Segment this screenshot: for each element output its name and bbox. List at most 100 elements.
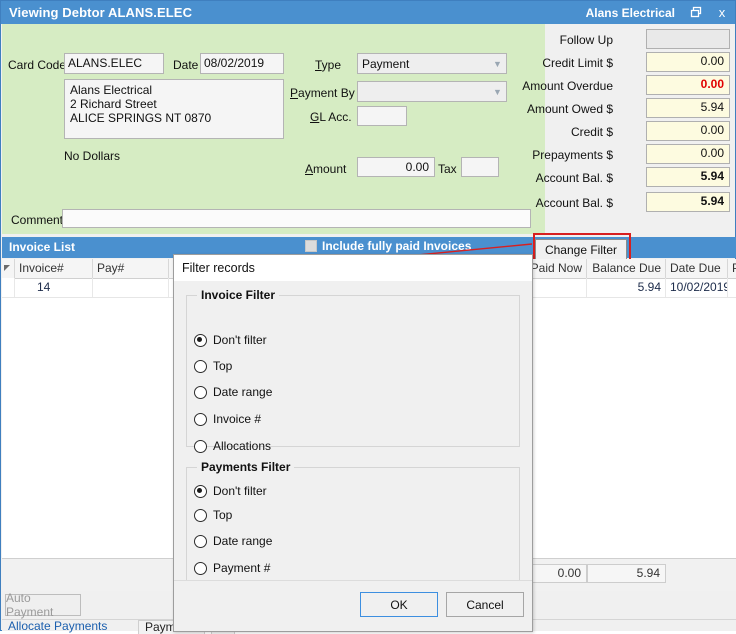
amount-input[interactable]: 0.00: [357, 157, 435, 177]
follow-up-input[interactable]: [646, 29, 730, 49]
radio-invoice-top[interactable]: Top: [194, 359, 232, 373]
radio-payment-top-label: Top: [213, 508, 232, 522]
total-paid-now: 0.00: [526, 564, 587, 583]
window-subtitle: Alans Electrical: [586, 6, 683, 20]
column-header-invoice-no[interactable]: Invoice#: [15, 259, 93, 278]
address-box[interactable]: Alans Electrical 2 Richard Street ALICE …: [64, 79, 284, 139]
dialog-footer: OK Cancel: [174, 580, 532, 631]
payment-by-select[interactable]: ▼: [357, 81, 507, 102]
comment-input[interactable]: [62, 209, 531, 228]
comment-label: Comment: [11, 213, 63, 227]
type-label: Type: [315, 58, 341, 72]
invoice-list-title: Invoice List: [9, 240, 75, 254]
radio-payment-date-range-label: Date range: [213, 534, 272, 548]
include-fully-paid-checkbox[interactable]: Include fully paid Invoices: [305, 239, 471, 253]
radio-invoice-dont-filter[interactable]: Don't filter: [194, 333, 267, 347]
radio-icon: [194, 485, 207, 498]
radio-icon: [194, 334, 207, 347]
radio-invoice-date-range[interactable]: Date range: [194, 385, 272, 399]
chevron-down-icon: ▼: [489, 82, 506, 101]
cell-paid: [728, 278, 736, 297]
date-label: Date: [173, 58, 198, 72]
card-code-input[interactable]: ALANS.ELEC: [64, 53, 164, 74]
dialog-title: Filter records: [174, 255, 532, 281]
cell-date-due: 10/02/2019: [666, 278, 728, 297]
summary-label-follow-up: Follow Up: [560, 33, 613, 47]
gl-acc-label: GL Acc.: [310, 110, 352, 124]
amount-owed-value: 5.94: [646, 98, 730, 118]
cell-pay-no: [93, 278, 169, 297]
auto-payment-button[interactable]: Auto Payment: [5, 594, 81, 616]
tab-allocate-payments[interactable]: Allocate Payments: [2, 620, 113, 634]
radio-icon: [194, 386, 207, 399]
account-balance-value-1: 5.94: [646, 167, 730, 187]
invoice-filter-title: Invoice Filter: [197, 288, 279, 302]
amount-label: Amount: [305, 162, 346, 176]
filter-records-dialog: Filter records Invoice Filter Don't filt…: [173, 254, 533, 632]
credit-value: 0.00: [646, 121, 730, 141]
summary-label-amount-overdue: Amount Overdue: [522, 79, 613, 93]
cell-balance-due: 5.94: [587, 278, 666, 297]
checkbox-icon: [305, 240, 317, 252]
cancel-button[interactable]: Cancel: [446, 592, 524, 617]
column-header-paid[interactable]: Paid: [728, 259, 736, 278]
radio-payment-dont-filter[interactable]: Don't filter: [194, 484, 267, 498]
account-balance-value-2: 5.94: [646, 192, 730, 212]
radio-invoice-number[interactable]: Invoice #: [194, 412, 261, 426]
payments-filter-title: Payments Filter: [197, 460, 294, 474]
grid-sort-indicator[interactable]: [2, 259, 15, 278]
window-titlebar: Viewing Debtor ALANS.ELEC Alans Electric…: [1, 1, 735, 24]
tax-input[interactable]: [461, 157, 499, 177]
row-selector[interactable]: [2, 278, 15, 297]
type-select-value: Payment: [362, 57, 489, 71]
close-icon[interactable]: x: [709, 1, 735, 24]
include-fully-paid-label: Include fully paid Invoices: [322, 239, 471, 253]
payment-by-label: Payment By: [290, 86, 355, 100]
summary-label-account-bal-2: Account Bal. $: [536, 196, 613, 210]
radio-icon: [194, 360, 207, 373]
account-summary-panel: Follow Up Credit Limit $ 0.00 Amount Ove…: [545, 24, 735, 234]
column-header-paid-now[interactable]: Paid Now: [526, 259, 587, 278]
radio-invoice-number-label: Invoice #: [213, 412, 261, 426]
radio-icon: [194, 413, 207, 426]
summary-label-account-bal-1: Account Bal. $: [536, 171, 613, 185]
window-title: Viewing Debtor ALANS.ELEC: [1, 5, 192, 20]
column-header-balance-due[interactable]: Balance Due: [587, 259, 666, 278]
column-header-pay-no[interactable]: Pay#: [93, 259, 169, 278]
column-header-date-due[interactable]: Date Due: [666, 259, 728, 278]
payment-form-panel: Card Code ALANS.ELEC Date 08/02/2019 Ala…: [2, 24, 545, 234]
summary-label-amount-owed: Amount Owed $: [527, 102, 613, 116]
radio-payment-date-range[interactable]: Date range: [194, 534, 272, 548]
type-select[interactable]: Payment ▼: [357, 53, 507, 74]
radio-payment-top[interactable]: Top: [194, 508, 232, 522]
chevron-down-icon: ▼: [489, 54, 506, 73]
radio-payment-number-label: Payment #: [213, 561, 270, 575]
credit-limit-value: 0.00: [646, 52, 730, 72]
amount-overdue-value: 0.00: [646, 75, 730, 95]
cell-invoice-no: 14: [15, 278, 93, 297]
debtor-window: Viewing Debtor ALANS.ELEC Alans Electric…: [0, 0, 736, 631]
radio-payment-dont-filter-label: Don't filter: [213, 484, 267, 498]
summary-label-credit: Credit $: [571, 125, 613, 139]
radio-icon: [194, 535, 207, 548]
gl-acc-input[interactable]: [357, 106, 407, 126]
ok-button[interactable]: OK: [360, 592, 438, 617]
card-code-label: Card Code: [8, 58, 66, 72]
date-input[interactable]: 08/02/2019: [200, 53, 284, 74]
total-balance-due: 5.94: [587, 564, 666, 583]
radio-icon: [194, 440, 207, 453]
radio-invoice-dont-filter-label: Don't filter: [213, 333, 267, 347]
radio-invoice-allocations-label: Allocations: [213, 439, 271, 453]
tax-label: Tax: [438, 162, 457, 176]
summary-label-prepayments: Prepayments $: [532, 148, 613, 162]
radio-payment-number[interactable]: Payment #: [194, 561, 270, 575]
sort-triangle-icon: [4, 265, 10, 271]
restore-window-icon[interactable]: [683, 1, 709, 24]
cell-paid-now: [526, 278, 587, 297]
radio-invoice-allocations[interactable]: Allocations: [194, 439, 271, 453]
no-dollars-text: No Dollars: [64, 149, 120, 163]
radio-invoice-date-range-label: Date range: [213, 385, 272, 399]
change-filter-button[interactable]: Change Filter: [535, 239, 627, 260]
dialog-body: Invoice Filter Don't filter Top Date ran…: [174, 281, 532, 601]
radio-invoice-top-label: Top: [213, 359, 232, 373]
